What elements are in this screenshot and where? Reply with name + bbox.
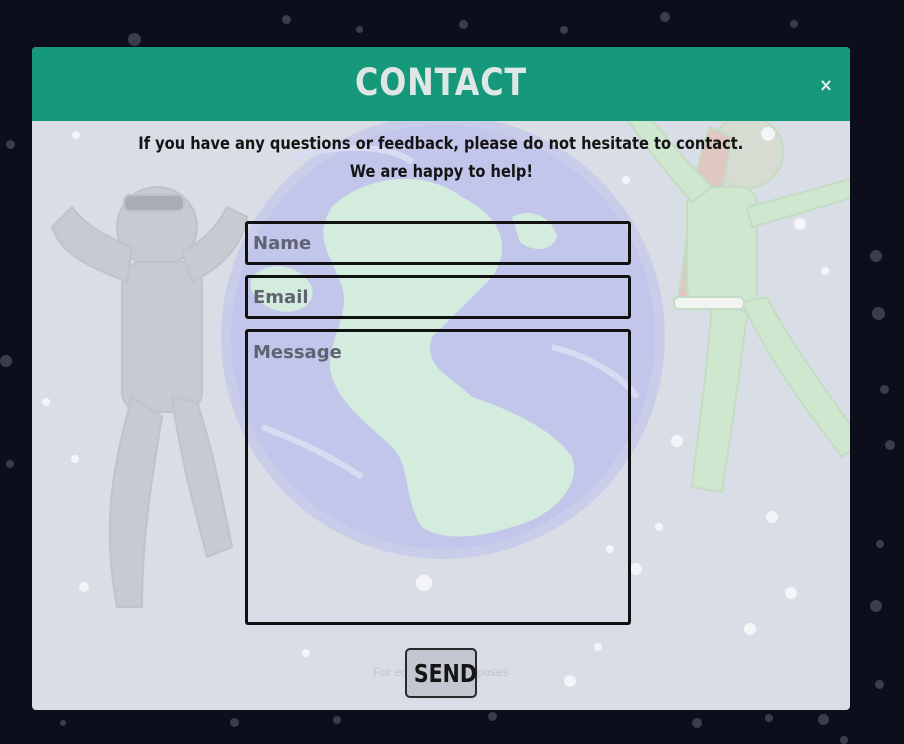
intro-line-1: If you have any questions or feedback, p… [138,134,744,154]
message-field[interactable] [245,329,631,625]
name-field[interactable] [245,221,631,265]
close-icon[interactable]: × [814,74,838,98]
contact-modal: CONTACT × If you have any questions or f… [32,47,850,710]
email-field[interactable] [245,275,631,319]
intro-line-2: We are happy to help! [349,162,533,182]
send-button-label: SEND [413,658,477,688]
send-button[interactable]: SEND [405,648,477,698]
male-astronaut-illustration [50,186,249,608]
intro-text-2: We are happy to help! [32,162,850,182]
modal-title: CONTACT [355,61,527,104]
intro-text: If you have any questions or feedback, p… [32,134,850,154]
